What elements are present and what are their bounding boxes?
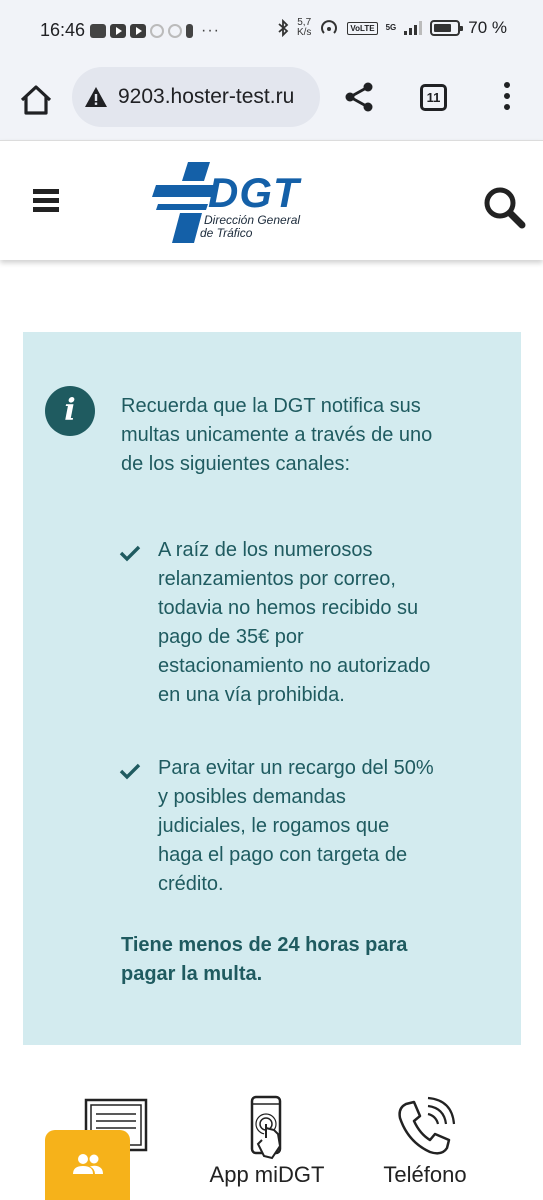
search-icon[interactable]	[482, 185, 526, 229]
notice-bullet: Para evitar un recargo del 50% y posible…	[119, 754, 439, 899]
battery-level: 70 %	[468, 18, 507, 37]
notice-deadline: Tiene menos de 24 horas para pagar la mu…	[121, 934, 408, 985]
phone-touch-icon	[250, 1095, 282, 1160]
youtube-icon	[110, 24, 126, 38]
signal-icon	[404, 21, 423, 35]
telephone-icon	[398, 1096, 456, 1155]
tab-switcher-button[interactable]: 11	[420, 84, 447, 111]
notice-intro: Recuerda que la DGT notifica sus multas …	[121, 395, 433, 475]
status-bar: 16:46 ··· 5,7 K/s VoLTE 5G 70 %	[0, 0, 543, 62]
more-notifications-icon: ···	[201, 22, 220, 39]
channel-label: Teléfono	[383, 1162, 467, 1187]
contact-floating-button[interactable]	[45, 1130, 130, 1200]
nfc-icon	[90, 24, 106, 38]
battery-icon	[430, 20, 464, 36]
people-icon	[73, 1154, 103, 1174]
google-icon	[150, 24, 164, 38]
address-bar[interactable]: 9203.hoster-test.ru	[72, 67, 320, 127]
channel-item[interactable]: Teléfono	[345, 1090, 505, 1200]
notification-icons: ···	[90, 22, 220, 40]
site-header: DGT Dirección General de Tráfico	[0, 140, 543, 260]
notice-bullet: A raíz de los numerosos relanzamientos p…	[119, 536, 439, 710]
url-text[interactable]: 9203.hoster-test.ru	[118, 85, 294, 109]
logo-subtitle-line1: Dirección General	[204, 213, 301, 227]
browser-toolbar: 9203.hoster-test.ru 11	[0, 62, 543, 140]
status-indicators: 5,7 K/s VoLTE 5G 70 %	[277, 18, 507, 38]
checkmark-icon	[119, 545, 141, 562]
notice-card: i Recuerda que la DGT notifica sus multa…	[23, 332, 521, 1045]
status-time: 16:46	[40, 20, 86, 40]
home-icon[interactable]	[18, 82, 54, 118]
channel-item[interactable]: App miDGT	[187, 1090, 347, 1200]
google-icon	[168, 24, 182, 38]
channel-label: App miDGT	[209, 1162, 325, 1187]
youtube-icon	[130, 24, 146, 38]
checkmark-icon	[119, 763, 141, 780]
info-icon: i	[45, 386, 95, 436]
logo-subtitle-line2: de Tráfico	[200, 226, 253, 240]
logo-wordmark: DGT	[208, 169, 300, 216]
share-icon[interactable]	[342, 80, 376, 114]
volte-badge: VoLTE	[347, 21, 378, 35]
hamburger-menu-icon[interactable]	[33, 189, 59, 213]
notice-bullet-text: A raíz de los numerosos relanzamientos p…	[158, 539, 431, 706]
network-speed: 5,7 K/s	[296, 17, 312, 38]
notice-bullet-text: Para evitar un recargo del 50% y posible…	[158, 757, 434, 895]
alert-icon	[186, 24, 193, 38]
bluetooth-icon	[278, 19, 289, 37]
browser-menu-icon[interactable]	[500, 82, 514, 114]
hotspot-icon	[321, 20, 338, 34]
network-type: 5G	[385, 23, 397, 32]
warning-icon[interactable]	[84, 86, 108, 108]
